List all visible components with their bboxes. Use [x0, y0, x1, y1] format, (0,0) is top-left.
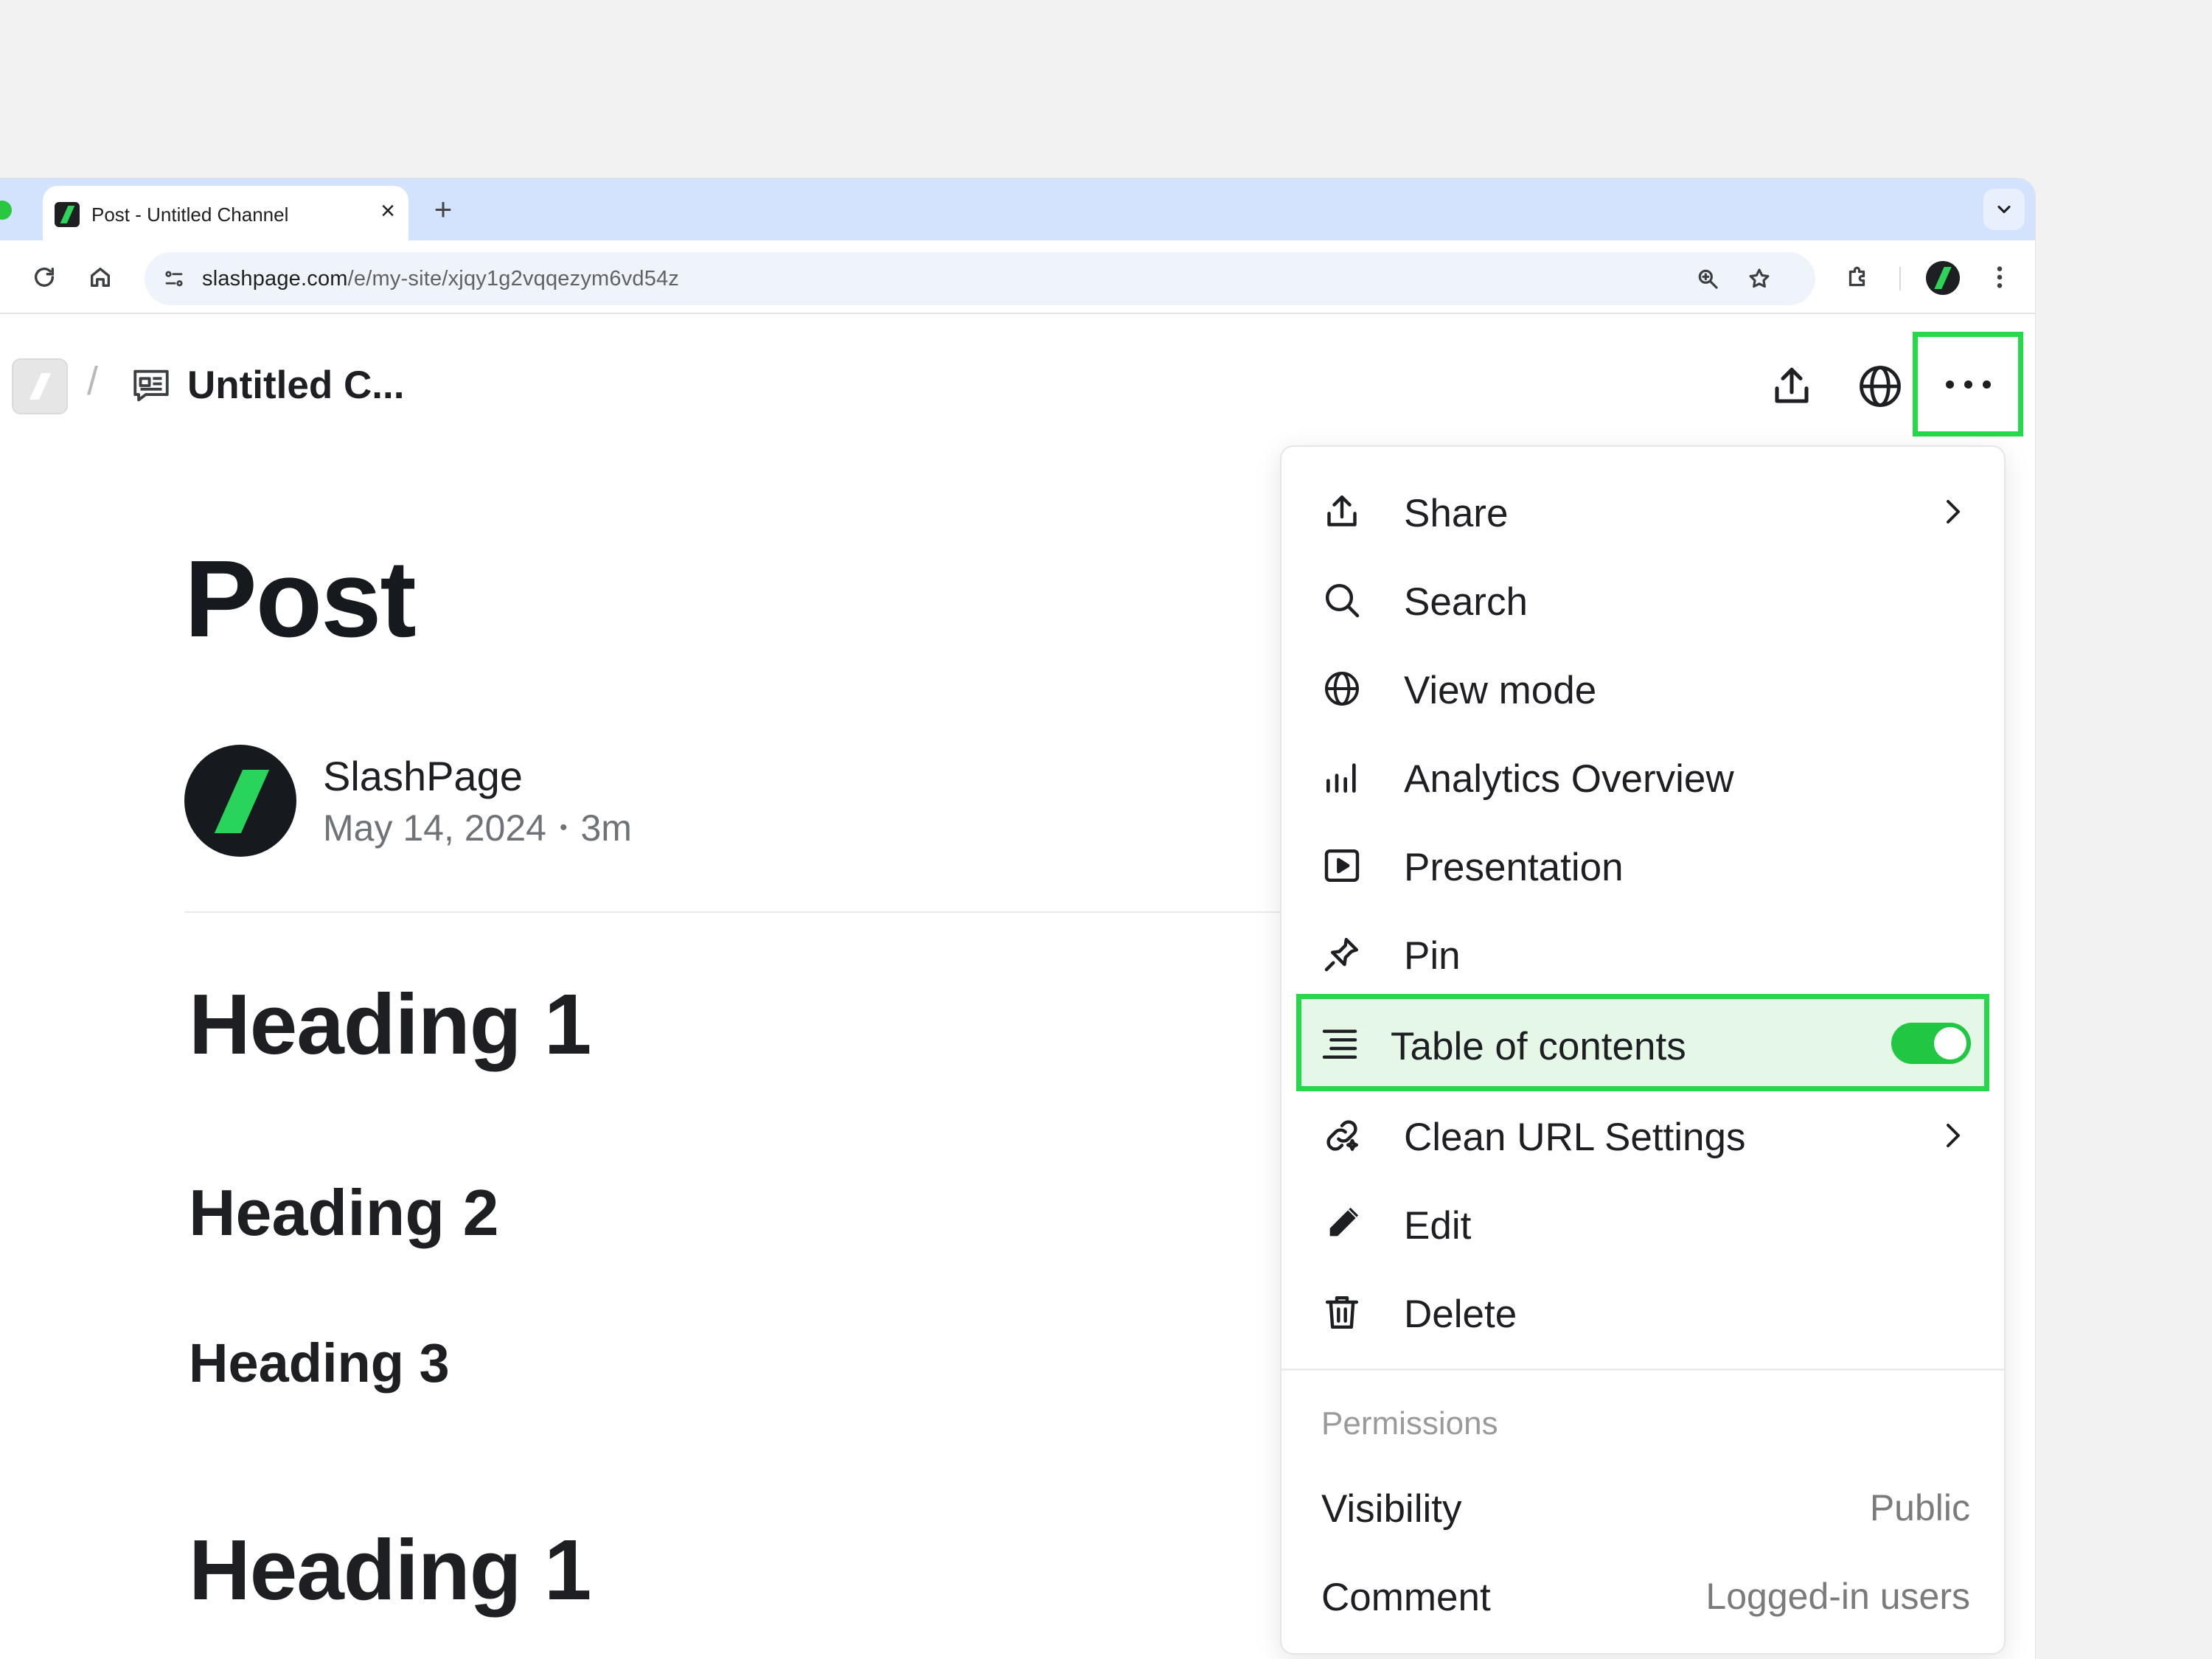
pencil-icon: [1318, 1200, 1366, 1248]
author-avatar[interactable]: [184, 745, 296, 857]
menu-item-label: View mode: [1404, 669, 1597, 712]
permission-value[interactable]: Logged-in users: [1705, 1575, 1970, 1618]
menu-item-pin[interactable]: Pin: [1295, 910, 1991, 998]
zoom-icon[interactable]: [1691, 262, 1724, 295]
menu-item-analytics-overview[interactable]: Analytics Overview: [1295, 733, 1991, 821]
browser-tab[interactable]: Post - Untitled Channel ×: [43, 186, 408, 240]
menu-item-label: Table of contents: [1391, 1025, 1686, 1068]
search-icon: [1318, 577, 1366, 624]
url-path: /e/my-site/xjqy1g2vqqezym6vd54z: [347, 267, 680, 291]
home-icon: [90, 267, 111, 288]
upload-share-icon: [1775, 367, 1809, 403]
permission-row-comment[interactable]: Comment Logged-in users: [1321, 1568, 1970, 1627]
more-options-menu: Share Search View mode Analytics Overvie…: [1280, 445, 2006, 1655]
menu-item-presentation[interactable]: Presentation: [1295, 821, 1991, 910]
chevron-right-icon: [1947, 500, 1960, 524]
menu-item-share[interactable]: Share: [1295, 467, 1991, 556]
analytics-icon: [1318, 754, 1366, 801]
globe-icon: [1318, 665, 1366, 712]
menu-item-label: Presentation: [1404, 846, 1624, 889]
url-text[interactable]: slashpage.com/e/my-site/xjqy1g2vqqezym6v…: [202, 267, 679, 291]
pin-icon: [1318, 931, 1366, 978]
extensions-button[interactable]: [1840, 260, 1876, 295]
menu-item-label: Delete: [1404, 1293, 1517, 1336]
permission-row-visibility[interactable]: Visibility Public: [1321, 1479, 1970, 1538]
permission-key: Visibility: [1321, 1487, 1462, 1531]
menu-item-label: Search: [1404, 580, 1528, 624]
trash-icon: [1318, 1289, 1366, 1336]
chevron-down-icon: [1997, 205, 2011, 214]
bookmark-star-icon[interactable]: [1743, 262, 1775, 295]
menu-item-label: Edit: [1404, 1204, 1472, 1248]
menu-item-label: Share: [1404, 492, 1509, 535]
post-date: May 14, 2024: [323, 807, 546, 849]
tab-search-button[interactable]: [1983, 189, 2025, 230]
table-of-contents-icon: [1316, 1020, 1363, 1067]
table-of-contents-toggle[interactable]: [1891, 1023, 1971, 1064]
permission-value[interactable]: Public: [1870, 1486, 1970, 1529]
post-meta: May 14, 2024 • 3m: [323, 807, 632, 849]
channel-title[interactable]: Untitled C...: [187, 363, 404, 408]
share-button[interactable]: [1765, 360, 1818, 413]
more-dots-icon: [1945, 380, 1991, 389]
reload-button[interactable]: [27, 260, 62, 295]
more-options-button[interactable]: [1913, 332, 2023, 437]
menu-divider: [1281, 1368, 2004, 1371]
address-bar[interactable]: slashpage.com/e/my-site/xjqy1g2vqqezym6v…: [145, 252, 1815, 305]
heading-1-second: Heading 1: [189, 1522, 591, 1618]
reload-icon: [34, 267, 55, 287]
puzzle-icon: [1848, 266, 1865, 287]
url-host: slashpage.com: [202, 267, 348, 291]
author-name[interactable]: SlashPage: [323, 752, 523, 800]
presentation-icon: [1318, 842, 1366, 889]
heading-1: Heading 1: [189, 976, 591, 1072]
toolbar-divider: [1899, 267, 1901, 291]
heading-2: Heading 2: [189, 1176, 499, 1249]
menu-item-label: Clean URL Settings: [1404, 1116, 1746, 1159]
profile-avatar[interactable]: [1926, 261, 1960, 295]
menu-item-view-mode[interactable]: View mode: [1295, 644, 1991, 733]
link-magic-icon: [1318, 1112, 1366, 1159]
menu-item-clean-url-settings[interactable]: Clean URL Settings: [1295, 1091, 1991, 1180]
permissions-heading: Permissions: [1321, 1405, 1498, 1441]
browser-toolbar: slashpage.com/e/my-site/xjqy1g2vqqezym6v…: [0, 240, 2035, 314]
menu-item-delete[interactable]: Delete: [1295, 1268, 1991, 1357]
globe-icon: [1860, 366, 1901, 407]
chevron-right-icon: [1947, 1124, 1960, 1147]
menu-item-label: Pin: [1404, 934, 1461, 978]
menu-item-label: Analytics Overview: [1404, 757, 1734, 801]
post-title: Post: [184, 538, 417, 660]
tab-close-button[interactable]: ×: [373, 196, 403, 226]
site-info-icon[interactable]: [158, 262, 190, 295]
toggle-knob: [1934, 1027, 1966, 1060]
tab-title: Post - Untitled Channel: [91, 204, 289, 226]
view-mode-button[interactable]: [1854, 360, 1907, 413]
home-button[interactable]: [83, 260, 118, 295]
workspace-logo[interactable]: [12, 358, 68, 414]
new-tab-button[interactable]: +: [426, 193, 460, 227]
permission-key: Comment: [1321, 1576, 1491, 1619]
heading-3: Heading 3: [189, 1332, 450, 1394]
menu-item-edit[interactable]: Edit: [1295, 1180, 1991, 1268]
browser-menu-button[interactable]: [1982, 260, 2017, 295]
window-control-maximize[interactable]: [0, 201, 12, 220]
menu-item-search[interactable]: Search: [1295, 556, 1991, 644]
breadcrumb-separator: /: [87, 359, 99, 403]
share-icon: [1318, 488, 1366, 535]
content-divider: [184, 911, 1335, 913]
menu-item-table-of-contents[interactable]: Table of contents: [1296, 994, 1989, 1091]
tab-strip: Post - Untitled Channel × +: [0, 178, 2035, 240]
read-time: 3m: [580, 807, 632, 849]
kebab-menu-icon: [1997, 266, 2003, 288]
slashpage-favicon-icon: [55, 202, 80, 227]
channel-icon: [130, 364, 173, 411]
meta-separator: •: [559, 815, 568, 840]
